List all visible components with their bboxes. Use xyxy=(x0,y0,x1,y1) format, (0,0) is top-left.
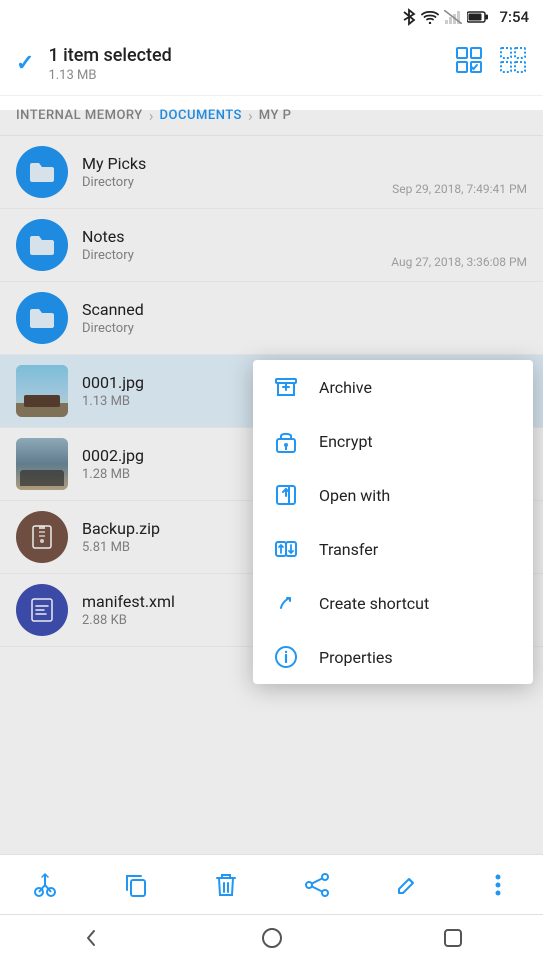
folder-icon xyxy=(16,146,68,198)
context-menu-properties[interactable]: Properties xyxy=(253,630,533,684)
file-date: Sep 29, 2018, 7:49:41 PM xyxy=(384,182,527,196)
folder-icon xyxy=(16,219,68,271)
battery-icon xyxy=(467,11,489,23)
signal-icon xyxy=(444,10,462,24)
shortcut-icon xyxy=(273,590,299,616)
cut-button[interactable] xyxy=(23,863,67,907)
breadcrumb-sep-2: › xyxy=(248,106,253,125)
lock-icon xyxy=(273,428,299,454)
home-button[interactable] xyxy=(261,927,283,955)
header-title: 1 item selected xyxy=(48,45,171,66)
archive-label: Archive xyxy=(319,378,372,397)
list-item[interactable]: Notes Directory Aug 27, 2018, 3:36:08 PM xyxy=(0,209,543,282)
context-menu-encrypt[interactable]: Encrypt xyxy=(253,414,533,468)
more-button[interactable] xyxy=(476,863,520,907)
delete-button[interactable] xyxy=(204,863,248,907)
select-all-icon[interactable] xyxy=(455,46,483,81)
encrypt-label: Encrypt xyxy=(319,432,373,451)
header-subtitle: 1.13 MB xyxy=(48,68,171,83)
context-menu-transfer[interactable]: Transfer xyxy=(253,522,533,576)
open-with-label: Open with xyxy=(319,486,390,505)
file-info: Notes Directory xyxy=(82,227,383,263)
file-thumbnail xyxy=(16,438,68,490)
file-name: Notes xyxy=(82,227,383,246)
properties-label: Properties xyxy=(319,648,393,667)
file-meta: Directory xyxy=(82,321,527,336)
status-time: 7:54 xyxy=(499,8,529,26)
file-info: My Picks Directory xyxy=(82,154,384,190)
file-thumbnail xyxy=(16,365,68,417)
rename-button[interactable] xyxy=(385,863,429,907)
transfer-icon xyxy=(273,536,299,562)
bottom-toolbar xyxy=(0,854,543,914)
breadcrumb-sep-1: › xyxy=(149,106,154,125)
xml-icon xyxy=(16,584,68,636)
breadcrumb-myp: MY P xyxy=(259,108,292,123)
header-text: 1 item selected 1.13 MB xyxy=(48,45,171,83)
list-item[interactable]: Scanned Directory xyxy=(0,282,543,355)
info-icon xyxy=(273,644,299,670)
breadcrumb-internal-memory[interactable]: INTERNAL MEMORY xyxy=(16,108,143,123)
folder-icon xyxy=(16,292,68,344)
recent-button[interactable] xyxy=(442,927,464,955)
back-button[interactable] xyxy=(80,927,102,955)
breadcrumb-documents[interactable]: DOCUMENTS xyxy=(160,108,242,123)
transfer-label: Transfer xyxy=(319,540,378,559)
wifi-icon xyxy=(421,10,439,24)
header-left: ✓ 1 item selected 1.13 MB xyxy=(16,45,172,83)
context-menu-archive[interactable]: Archive xyxy=(253,360,533,414)
context-menu: Archive Encrypt Open with xyxy=(253,360,533,684)
context-menu-create-shortcut[interactable]: Create shortcut xyxy=(253,576,533,630)
header: ✓ 1 item selected 1.13 MB xyxy=(0,32,543,96)
file-date: Aug 27, 2018, 3:36:08 PM xyxy=(383,255,527,269)
bluetooth-icon xyxy=(402,8,416,26)
nav-bar xyxy=(0,914,543,966)
header-actions xyxy=(455,46,527,81)
checkmark-icon: ✓ xyxy=(16,51,34,76)
create-shortcut-label: Create shortcut xyxy=(319,594,429,613)
deselect-icon[interactable] xyxy=(499,46,527,81)
file-info: Scanned Directory xyxy=(82,300,527,336)
file-name: Scanned xyxy=(82,300,527,319)
context-menu-open-with[interactable]: Open with xyxy=(253,468,533,522)
breadcrumb: INTERNAL MEMORY › DOCUMENTS › MY P xyxy=(0,96,543,136)
share-button[interactable] xyxy=(295,863,339,907)
list-item[interactable]: My Picks Directory Sep 29, 2018, 7:49:41… xyxy=(0,136,543,209)
status-icons xyxy=(402,8,489,26)
copy-button[interactable] xyxy=(114,863,158,907)
file-meta: Directory xyxy=(82,248,383,263)
file-meta: Directory xyxy=(82,175,384,190)
archive-icon xyxy=(273,374,299,400)
open-with-icon xyxy=(273,482,299,508)
file-name: My Picks xyxy=(82,154,384,173)
zip-icon xyxy=(16,511,68,563)
status-bar: 7:54 xyxy=(0,0,543,32)
